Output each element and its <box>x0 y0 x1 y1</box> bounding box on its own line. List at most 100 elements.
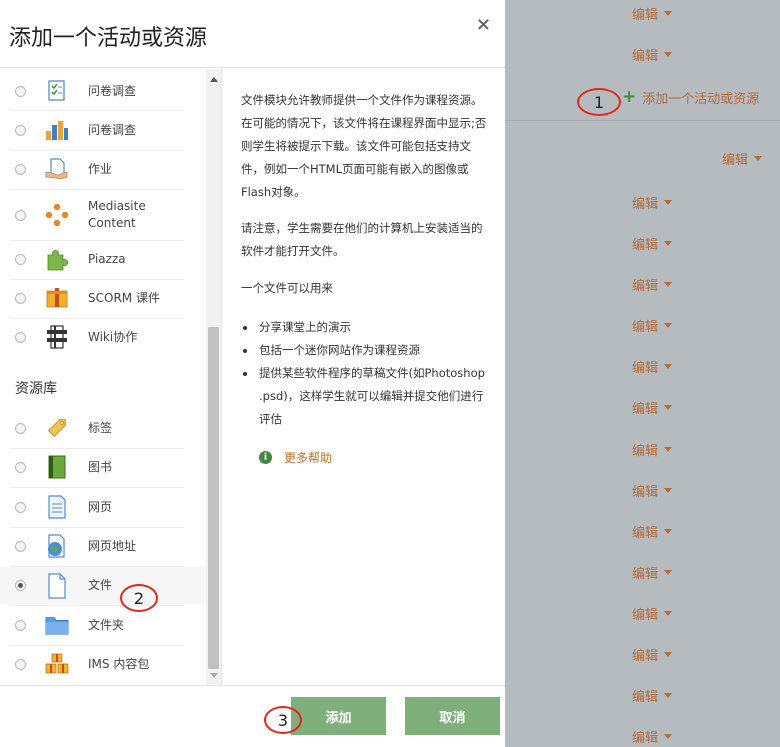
radio-button[interactable] <box>15 253 26 265</box>
radio-button[interactable] <box>15 163 26 175</box>
radio-button-selected[interactable] <box>15 580 26 591</box>
folder-icon <box>45 613 69 637</box>
radio-button[interactable] <box>15 501 26 513</box>
option-label: 文件 <box>88 578 113 592</box>
radio-button[interactable] <box>15 658 26 670</box>
options-scrollbar[interactable] <box>206 69 221 685</box>
add-activity-dialog: 添加一个活动或资源 × 问卷调查 问卷调查 作业 Mediasite Conte… <box>0 0 505 747</box>
description-paragraph: 文件模块允许教师提供一个文件作为课程资源。在可能的情况下，该文件将在课程界面中显… <box>241 93 487 199</box>
list-item: 提供某些软件程序的草稿文件(如Photoshop .psd)，这样学生就可以编辑… <box>241 362 493 431</box>
edit-menu[interactable]: 编辑 <box>632 357 673 376</box>
option-label: Mediasite Content <box>88 199 146 230</box>
edit-label: 编辑 <box>632 238 659 253</box>
edit-menu[interactable]: 编辑 <box>632 481 673 500</box>
dialog-title: 添加一个活动或资源 <box>9 26 208 51</box>
radio-button[interactable] <box>15 209 26 221</box>
option-label: Wiki协作 <box>88 329 138 344</box>
option-folder[interactable]: 文件夹 <box>0 611 205 639</box>
caret-down-icon <box>664 241 673 246</box>
plus-icon: + <box>622 87 637 107</box>
divider <box>10 527 184 528</box>
radio-button[interactable] <box>15 461 26 473</box>
edit-menu[interactable]: 编辑 <box>632 563 673 582</box>
close-icon[interactable]: × <box>476 14 491 35</box>
module-description: 文件模块允许教师提供一个文件作为课程资源。在可能的情况下，该文件将在课程界面中显… <box>222 69 505 685</box>
divider <box>10 645 184 646</box>
scroll-up-arrow-icon[interactable] <box>206 72 221 82</box>
section-edit-menu[interactable]: 编辑 <box>722 149 763 168</box>
questionnaire-icon <box>45 79 69 103</box>
edit-label: 编辑 <box>632 731 659 746</box>
divider <box>10 240 184 241</box>
caret-down-icon <box>664 364 673 369</box>
option-wiki[interactable]: Wiki协作 <box>0 323 205 351</box>
option-label-resource[interactable]: 标签 <box>0 414 205 442</box>
add-activity-link[interactable]: + 添加一个活动或资源 <box>622 87 759 108</box>
description-paragraph: 请注意，学生需要在他们的计算机上安装适当的软件才能打开文件。 <box>241 221 483 258</box>
annotation-marker-3: 3 <box>264 706 302 734</box>
edit-menu[interactable]: 编辑 <box>632 727 673 746</box>
ims-package-icon <box>45 652 69 676</box>
radio-button[interactable] <box>15 124 26 136</box>
option-label: Piazza <box>88 251 126 266</box>
edit-label: 编辑 <box>632 526 659 541</box>
edit-menu[interactable]: 编辑 <box>632 275 673 294</box>
radio-button[interactable] <box>15 292 26 304</box>
radio-button[interactable] <box>15 422 26 434</box>
caret-down-icon <box>664 200 673 205</box>
divider <box>10 605 184 606</box>
scroll-down-arrow-icon[interactable] <box>206 671 221 681</box>
wiki-icon <box>45 325 69 349</box>
caret-down-icon <box>664 323 673 328</box>
option-book[interactable]: 图书 <box>0 453 205 481</box>
book-icon <box>45 455 69 479</box>
radio-button[interactable] <box>15 540 26 552</box>
option-assignment[interactable]: 作业 <box>0 155 205 183</box>
option-mediasite-content[interactable]: Mediasite Content <box>0 195 205 235</box>
scroll-thumb[interactable] <box>208 327 219 669</box>
edit-menu[interactable]: 编辑 <box>632 398 673 417</box>
option-questionnaire[interactable]: 问卷调查 <box>0 77 205 105</box>
edit-menu[interactable]: 编辑 <box>632 4 673 23</box>
radio-button[interactable] <box>15 85 26 97</box>
option-file[interactable]: 文件 <box>0 567 205 604</box>
edit-menu[interactable]: 编辑 <box>632 440 673 459</box>
option-piazza[interactable]: Piazza <box>0 245 205 273</box>
more-help-link[interactable]: i 更多帮助 <box>259 449 332 466</box>
edit-label: 编辑 <box>632 402 659 417</box>
edit-menu[interactable]: 编辑 <box>632 234 673 253</box>
edit-menu[interactable]: 编辑 <box>632 686 673 705</box>
edit-menu[interactable]: 编辑 <box>632 193 673 212</box>
edit-label: 编辑 <box>632 444 659 459</box>
caret-down-icon <box>664 52 673 57</box>
option-label: 问卷调查 <box>88 83 137 98</box>
edit-menu[interactable]: 编辑 <box>632 45 673 64</box>
section-divider <box>505 120 780 121</box>
option-page[interactable]: 网页 <box>0 493 205 521</box>
module-options-list[interactable]: 问卷调查 问卷调查 作业 Mediasite Content Piazza SC… <box>0 69 222 685</box>
mediasite-icon <box>45 203 69 227</box>
caret-down-icon <box>664 405 673 410</box>
edit-menu[interactable]: 编辑 <box>632 645 673 664</box>
option-label: 网页 <box>88 499 113 514</box>
edit-menu[interactable]: 编辑 <box>632 604 673 623</box>
edit-label: 编辑 <box>632 320 659 335</box>
annotation-marker-2: 2 <box>120 584 158 612</box>
option-url[interactable]: 网页地址 <box>0 532 205 560</box>
option-label: SCORM 课件 <box>88 290 160 305</box>
radio-button[interactable] <box>15 619 26 631</box>
add-button[interactable]: 添加 <box>291 697 386 735</box>
edit-menu[interactable]: 编辑 <box>632 316 673 335</box>
option-label: IMS 内容包 <box>88 656 150 671</box>
option-label: 标签 <box>88 420 113 435</box>
option-questionnaire[interactable]: 问卷调查 <box>0 116 205 144</box>
edit-menu[interactable]: 编辑 <box>632 522 673 541</box>
option-ims-content-package[interactable]: IMS 内容包 <box>0 650 205 678</box>
cancel-button[interactable]: 取消 <box>405 697 500 735</box>
scorm-package-icon <box>45 286 69 310</box>
radio-button[interactable] <box>15 331 26 343</box>
divider <box>10 189 184 190</box>
option-scorm-package[interactable]: SCORM 课件 <box>0 284 205 312</box>
list-item: 分享课堂上的演示 <box>241 316 493 339</box>
edit-label: 编辑 <box>632 361 659 376</box>
